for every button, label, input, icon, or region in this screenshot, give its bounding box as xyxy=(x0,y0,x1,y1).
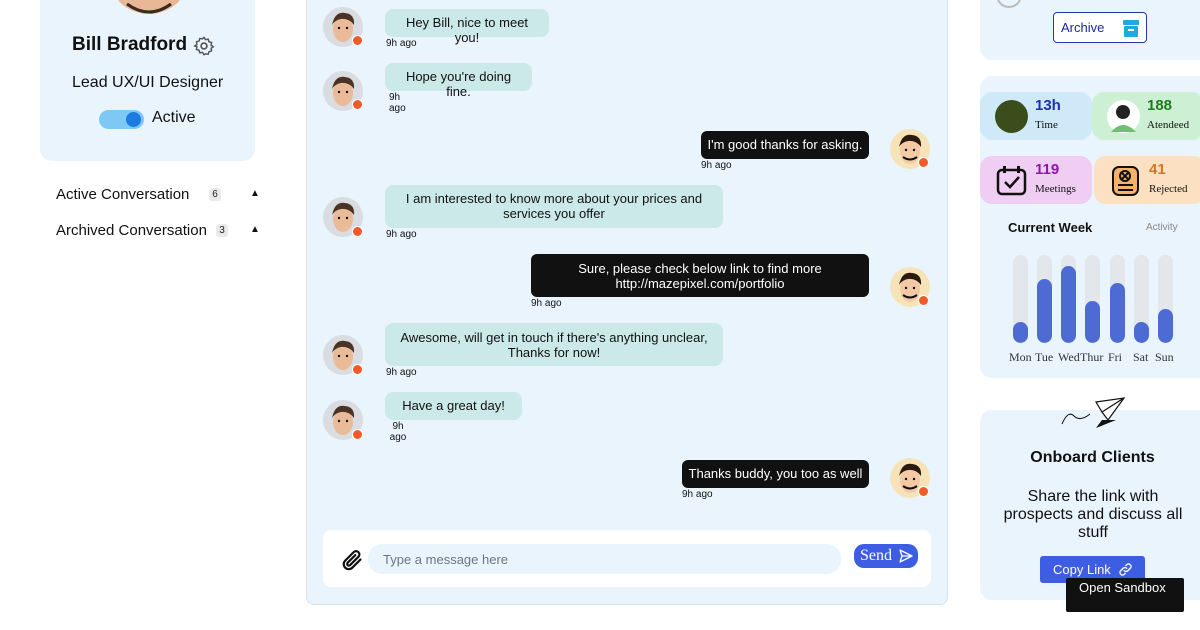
stat-value: 41 xyxy=(1149,161,1166,178)
profile-role: Lead UX/UI Designer xyxy=(72,74,224,91)
status-dot xyxy=(352,35,363,46)
day-label: Thur xyxy=(1080,350,1104,364)
profile-name: Bill Bradford xyxy=(72,34,188,55)
stat-label: Atendeed xyxy=(1147,119,1190,131)
activity-bar-track xyxy=(1134,255,1149,343)
stat-meetings: 119 Meetings xyxy=(980,156,1092,204)
status-dot xyxy=(352,429,363,440)
archive-label: Archive xyxy=(1061,20,1105,35)
caret-up-icon[interactable]: ▲ xyxy=(250,188,260,199)
status-dot xyxy=(352,364,363,375)
message-time: 9h ago xyxy=(682,489,713,500)
active-conversation-count: 6 xyxy=(209,188,221,201)
message-bubble: Sure, please check below link to find mo… xyxy=(531,254,869,297)
message-bubble: Hope you're doing fine. xyxy=(385,63,532,99)
day-label: Sat xyxy=(1133,350,1149,364)
active-conversation-link[interactable]: Active Conversation xyxy=(56,186,189,203)
archive-box-icon xyxy=(1123,20,1139,37)
message-time: 9h ago xyxy=(386,229,417,240)
status-dot xyxy=(352,226,363,237)
rejected-document-icon xyxy=(1109,164,1142,197)
open-sandbox-button[interactable]: Open Sandbox xyxy=(1066,578,1184,612)
message-bubble: I'm good thanks for asking. xyxy=(701,131,869,159)
stat-value: 119 xyxy=(1035,161,1060,178)
message-bubble: Have a great day! xyxy=(385,392,522,420)
stat-value: 188 xyxy=(1147,97,1173,114)
stat-label: Time xyxy=(1035,119,1058,131)
archived-conversation-count: 3 xyxy=(216,224,228,237)
stat-value: 13h xyxy=(1035,97,1061,114)
day-label: Sun xyxy=(1155,350,1174,364)
activity-bar-track xyxy=(1013,255,1028,343)
toggle-knob xyxy=(126,112,141,127)
onboard-text: Share the link with prospects and discus… xyxy=(1003,488,1183,541)
activity-bar xyxy=(1061,266,1076,343)
gear-icon[interactable] xyxy=(193,35,215,57)
message-time: 9h ago xyxy=(531,298,562,309)
message-time: 9h ago xyxy=(389,92,406,114)
status-dot xyxy=(352,99,363,110)
day-label: Fri xyxy=(1108,350,1123,364)
activity-bar-track xyxy=(1061,255,1076,343)
activity-bar-track xyxy=(1158,255,1173,343)
archived-conversation-link[interactable]: Archived Conversation xyxy=(56,222,207,239)
paper-plane-icon xyxy=(1060,396,1126,430)
stat-label: Meetings xyxy=(1035,183,1076,195)
activity-bar-track xyxy=(1037,255,1052,343)
message-time: 9h ago xyxy=(701,160,732,171)
message-time: 9h ago xyxy=(389,421,407,443)
stat-rejected: 41 Rejected xyxy=(1094,156,1200,204)
activity-bar xyxy=(1158,309,1173,343)
archive-button[interactable]: Archive xyxy=(1053,12,1147,43)
message-bubble: Hey Bill, nice to meet you! xyxy=(385,9,549,45)
stat-time: 13h Time xyxy=(980,92,1092,140)
message-time: 9h ago xyxy=(386,38,417,49)
activity-bar-track xyxy=(1085,255,1100,343)
message-time: 9h ago xyxy=(386,367,417,378)
message-input[interactable] xyxy=(368,544,841,574)
send-label: Send xyxy=(860,547,892,564)
message-bubble: Thanks buddy, you too as well xyxy=(682,460,869,488)
send-button[interactable]: Send xyxy=(854,544,918,568)
send-icon xyxy=(899,549,913,563)
status-dot xyxy=(918,295,929,306)
activity-bar xyxy=(1134,322,1149,343)
activity-bar-track xyxy=(1110,255,1125,343)
message-bubble: Awesome, will get in touch if there's an… xyxy=(385,323,723,366)
day-label: Wed xyxy=(1058,350,1080,364)
caret-up-icon[interactable]: ▲ xyxy=(250,224,260,235)
activity-bar xyxy=(1037,279,1052,343)
link-icon xyxy=(1119,563,1132,576)
message-bubble: I am interested to know more about your … xyxy=(385,185,723,228)
activity-bar xyxy=(1110,283,1125,343)
person-icon xyxy=(1107,100,1140,133)
day-label: Tue xyxy=(1035,350,1054,364)
paperclip-icon[interactable] xyxy=(340,547,364,573)
activity-bar xyxy=(1013,322,1028,343)
activity-bar xyxy=(1085,301,1100,343)
status-dot xyxy=(918,486,929,497)
week-activity-label: Activity xyxy=(1146,222,1178,233)
status-toggle[interactable] xyxy=(99,110,144,129)
copy-link-label: Copy Link xyxy=(1053,562,1111,577)
day-label: Mon xyxy=(1009,350,1032,364)
week-title: Current Week xyxy=(1008,220,1093,235)
status-dot xyxy=(918,157,929,168)
status-label: Active xyxy=(152,109,196,126)
clock-icon xyxy=(995,100,1028,133)
calendar-check-icon xyxy=(995,164,1028,197)
stat-attended: 188 Atendeed xyxy=(1092,92,1200,140)
stat-label: Rejected xyxy=(1149,183,1188,195)
onboard-title: Onboard Clients xyxy=(1030,449,1155,466)
